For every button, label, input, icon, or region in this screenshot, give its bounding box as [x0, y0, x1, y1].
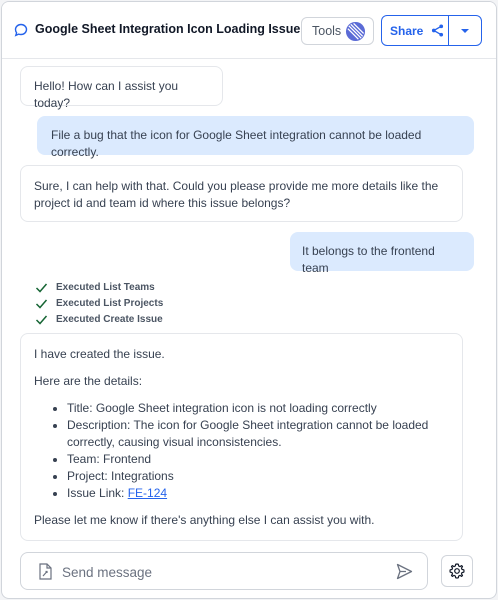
chevron-down-icon: [461, 28, 469, 33]
checkmark-icon: [35, 315, 48, 325]
executed-step: Executed List Projects: [35, 295, 163, 311]
message-paragraph: Here are the details:: [34, 374, 143, 388]
executed-step-label: Executed Create Issue: [56, 313, 163, 325]
list-item: Description: The icon for Google Sheet i…: [67, 417, 449, 451]
settings-gear-icon: [449, 563, 465, 579]
executed-step: Executed Create Issue: [35, 311, 163, 327]
list-item: Team: Frontend: [67, 451, 449, 468]
chat-bubble-icon: [14, 23, 28, 37]
share-dropdown-button[interactable]: [449, 16, 481, 45]
list-item: Project: Integrations: [67, 468, 449, 485]
page-title: Google Sheet Integration Icon Loading Is…: [35, 22, 301, 36]
share-button-label: Share: [390, 23, 424, 38]
executed-steps-list: Executed List Teams Executed List Projec…: [35, 279, 163, 327]
executed-step: Executed List Teams: [35, 279, 163, 295]
message-input[interactable]: [62, 561, 382, 583]
list-item: Title: Google Sheet integration icon is …: [67, 400, 449, 417]
issue-link-label: Issue Link:: [67, 486, 128, 500]
assistant-message: Sure, I can help with that. Could you pl…: [20, 165, 463, 222]
send-icon[interactable]: [396, 563, 413, 580]
settings-button[interactable]: [441, 555, 473, 587]
list-item: Issue Link: FE-124: [67, 485, 449, 502]
user-message: File a bug that the icon for Google Shee…: [37, 116, 474, 159]
share-icon: [432, 24, 444, 37]
chat-header: Google Sheet Integration Icon Loading Is…: [2, 2, 496, 59]
issue-link[interactable]: FE-124: [128, 486, 167, 500]
checkmark-icon: [35, 299, 48, 309]
share-button[interactable]: Share: [382, 16, 449, 45]
tools-button[interactable]: Tools: [301, 17, 374, 45]
message-paragraph: Please let me know if there's anything e…: [34, 513, 375, 527]
executed-step-label: Executed List Teams: [56, 281, 155, 293]
assistant-message: Hello! How can I assist you today?: [20, 66, 223, 110]
chat-window: Google Sheet Integration Icon Loading Is…: [1, 1, 497, 599]
message-composer: [20, 552, 428, 590]
assistant-message: I have created the issue. Here are the d…: [20, 333, 463, 541]
message-paragraph: I have created the issue.: [34, 347, 165, 361]
user-message: It belongs to the frontend team: [290, 232, 474, 275]
executed-step-label: Executed List Projects: [56, 297, 164, 309]
share-button-group: Share: [381, 15, 482, 46]
checkmark-icon: [35, 283, 48, 293]
attach-file-icon[interactable]: [38, 563, 53, 580]
issue-details-list: Title: Google Sheet integration icon is …: [34, 400, 449, 502]
tools-button-label: Tools: [312, 24, 342, 38]
tools-logo-icon: [345, 21, 366, 42]
